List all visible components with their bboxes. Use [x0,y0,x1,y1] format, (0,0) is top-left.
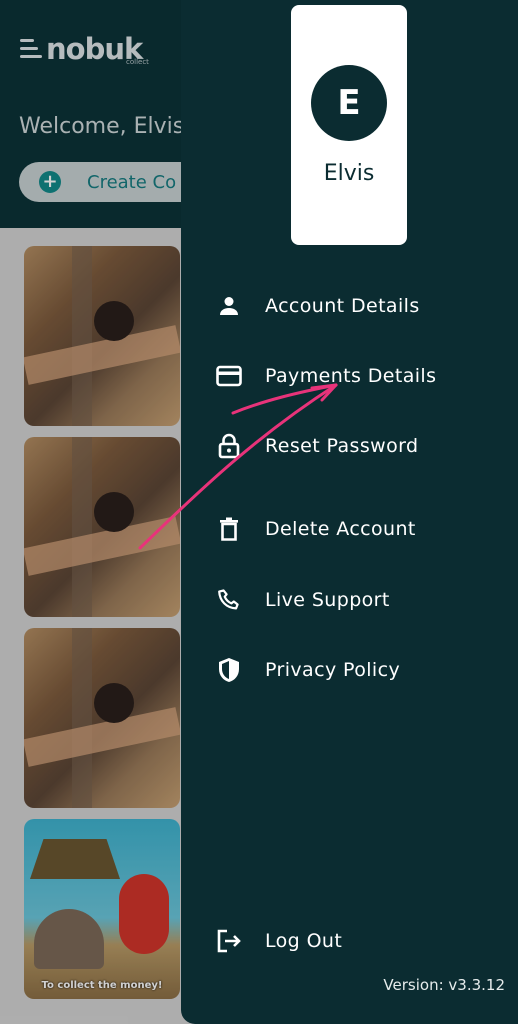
menu-label: Account Details [265,295,420,317]
menu-item-reset-password[interactable]: Reset Password [215,424,505,468]
avatar: E [311,65,387,141]
phone-icon [215,586,243,614]
navigation-drawer: E Elvis Account Details Payments Details… [181,0,518,1024]
menu-item-privacy-policy[interactable]: Privacy Policy [215,648,505,692]
profile-card: E Elvis [291,5,407,245]
menu-label: Reset Password [265,435,419,457]
person-icon [215,292,243,320]
menu-label: Delete Account [265,518,416,540]
shield-icon [215,656,243,684]
logout-label: Log Out [265,930,343,952]
menu-item-delete-account[interactable]: Delete Account [215,507,505,551]
logout-button[interactable]: Log Out [215,919,505,963]
menu-item-live-support[interactable]: Live Support [215,578,505,622]
lock-icon [215,432,243,460]
menu-label: Privacy Policy [265,659,401,681]
logout-icon [215,927,243,955]
trash-icon [215,515,243,543]
menu-item-account-details[interactable]: Account Details [215,284,505,328]
profile-name: Elvis [323,161,375,186]
menu-item-payments-details[interactable]: Payments Details [215,354,505,398]
credit-card-icon [215,362,243,390]
menu-label: Live Support [265,589,390,611]
menu-label: Payments Details [265,365,437,387]
version-text: Version: v3.3.12 [383,976,505,994]
